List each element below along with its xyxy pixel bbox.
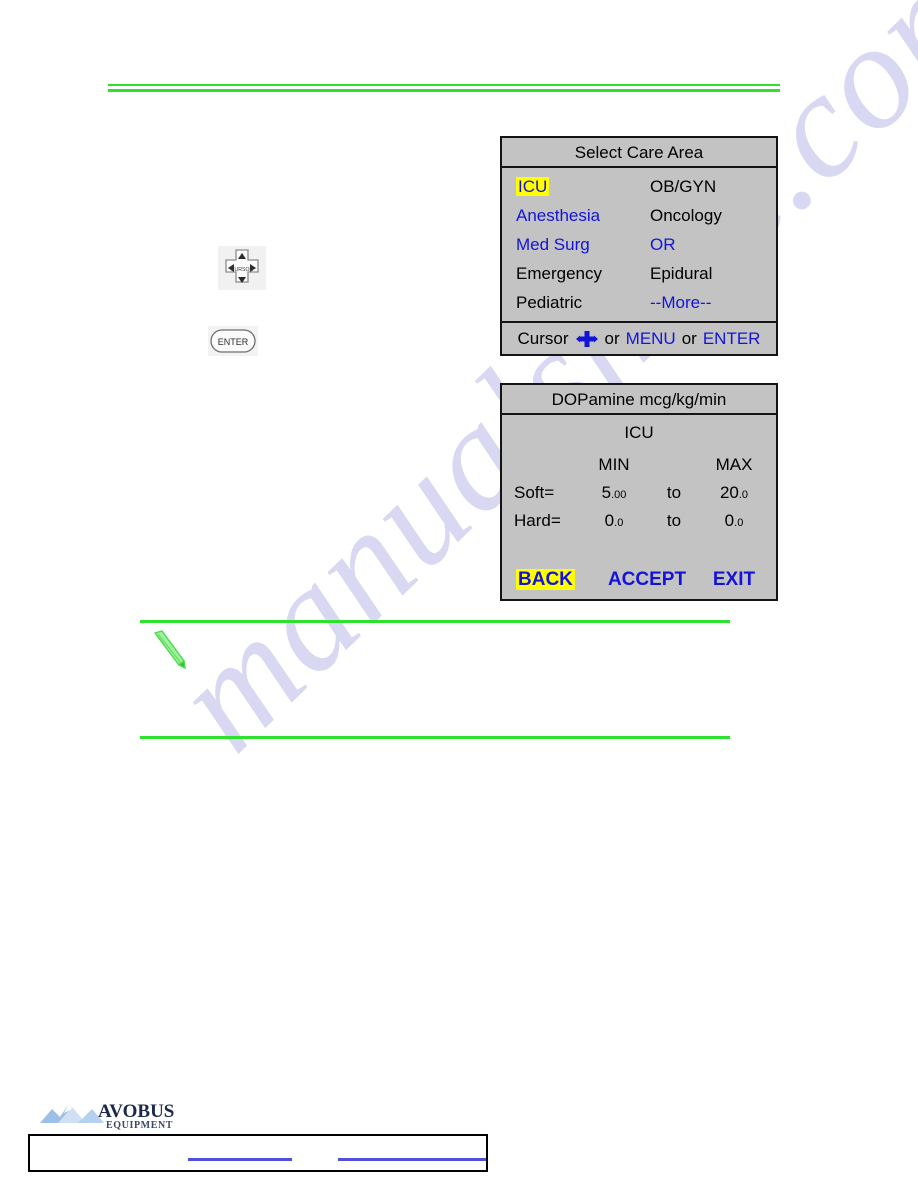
limits-soft-max[interactable]: 20.0 [698, 483, 770, 503]
limits-softkey-bar: BACK ACCEPT EXIT [502, 565, 776, 595]
limits-title: DOPamine mcg/kg/min [502, 385, 776, 415]
care-area-row: Anesthesia Oncology [502, 201, 776, 230]
cursor-hint-or-1: or [604, 328, 620, 348]
care-option-anesthesia[interactable]: Anesthesia [502, 206, 634, 226]
care-option-epidural[interactable]: Epidural [634, 264, 776, 284]
limits-soft-min-int: 5 [601, 483, 612, 502]
accept-button[interactable]: ACCEPT [602, 569, 692, 591]
limits-soft-min[interactable]: 5.00 [578, 483, 650, 503]
care-option-more[interactable]: --More-- [634, 293, 776, 313]
brand-name: AVOBUS [98, 1101, 174, 1122]
limits-hard-sep: to [666, 511, 682, 530]
brand-subtitle: EQUIPMENT [106, 1120, 173, 1131]
enter-key-icon[interactable]: ENTER [208, 326, 258, 356]
enter-key-label: ENTER [218, 337, 249, 347]
care-area-row: Emergency Epidural [502, 259, 776, 288]
limits-table: MIN MAX Soft= 5.00 to 20.0 Hard= 0.0 to … [502, 455, 776, 539]
avobus-logo: AVOBUS EQUIPMENT [38, 1097, 188, 1133]
care-option-obgyn[interactable]: OB/GYN [634, 177, 776, 197]
footer-link-2[interactable] [338, 1158, 486, 1161]
care-area-row: Med Surg OR [502, 230, 776, 259]
care-option-label: ICU [516, 176, 550, 196]
select-care-area-panel: Select Care Area ICU OB/GYN Anesthesia O… [500, 136, 778, 356]
limits-soft-min-dec: .00 [611, 489, 627, 501]
back-button-label: BACK [516, 569, 575, 590]
cursor-keypad-icon[interactable]: CURSOR [218, 246, 266, 290]
cursor-cross-icon [575, 329, 599, 349]
limits-row-soft: Soft= 5.00 to 20.0 [502, 483, 776, 511]
back-button[interactable]: BACK [502, 569, 602, 591]
limits-soft-max-dec: .0 [738, 489, 749, 501]
cursor-key-label: CURSOR [231, 267, 254, 273]
limits-hard-min-dec: .0 [614, 517, 624, 529]
care-area-row: Pediatric --More-- [502, 288, 776, 317]
care-area-title: Select Care Area [502, 138, 776, 168]
limits-row-hard: Hard= 0.0 to 0.0 [502, 511, 776, 539]
care-option-emergency[interactable]: Emergency [502, 264, 634, 284]
limits-soft-max-int: 20 [719, 483, 739, 502]
pencil-note-icon [150, 628, 194, 672]
note-rule-bottom [140, 736, 730, 739]
footer-box [28, 1134, 488, 1172]
limits-soft-sep: to [666, 483, 682, 502]
care-area-list: ICU OB/GYN Anesthesia Oncology Med Surg … [502, 168, 776, 317]
limits-hard-max[interactable]: 0.0 [698, 511, 770, 531]
limits-header-max: MAX [715, 455, 753, 474]
header-rule-thin [108, 84, 780, 86]
care-option-oncology[interactable]: Oncology [634, 206, 776, 226]
limits-header-min: MIN [598, 455, 630, 474]
header-rule-thick [108, 89, 780, 92]
limits-hard-max-dec: .0 [734, 517, 744, 529]
limits-row-label: Soft= [514, 483, 555, 502]
cursor-hint-or-2: or [681, 328, 697, 348]
exit-button[interactable]: EXIT [692, 569, 776, 591]
care-option-icu[interactable]: ICU [502, 176, 634, 197]
care-area-softkey-bar: Cursor or MENU or ENTER [502, 321, 776, 354]
note-rule-top [140, 620, 730, 623]
mountain-icon [40, 1105, 104, 1123]
care-option-or[interactable]: OR [634, 235, 776, 255]
care-area-row: ICU OB/GYN [502, 172, 776, 201]
limits-header-row: MIN MAX [502, 455, 776, 483]
softkey-enter[interactable]: ENTER [703, 329, 761, 349]
care-option-med-surg[interactable]: Med Surg [502, 235, 634, 255]
care-option-pediatric[interactable]: Pediatric [502, 293, 634, 313]
softkey-menu[interactable]: MENU [626, 329, 676, 349]
dopamine-limits-panel: DOPamine mcg/kg/min ICU MIN MAX Soft= 5.… [500, 383, 778, 601]
limits-hard-min-int: 0 [604, 511, 615, 530]
footer-link-1[interactable] [188, 1158, 292, 1161]
cursor-hint-label: Cursor [517, 328, 569, 348]
limits-hard-min[interactable]: 0.0 [578, 511, 650, 531]
limits-care-area: ICU [624, 423, 654, 442]
limits-row-label: Hard= [514, 511, 561, 530]
limits-hard-max-int: 0 [724, 511, 735, 530]
